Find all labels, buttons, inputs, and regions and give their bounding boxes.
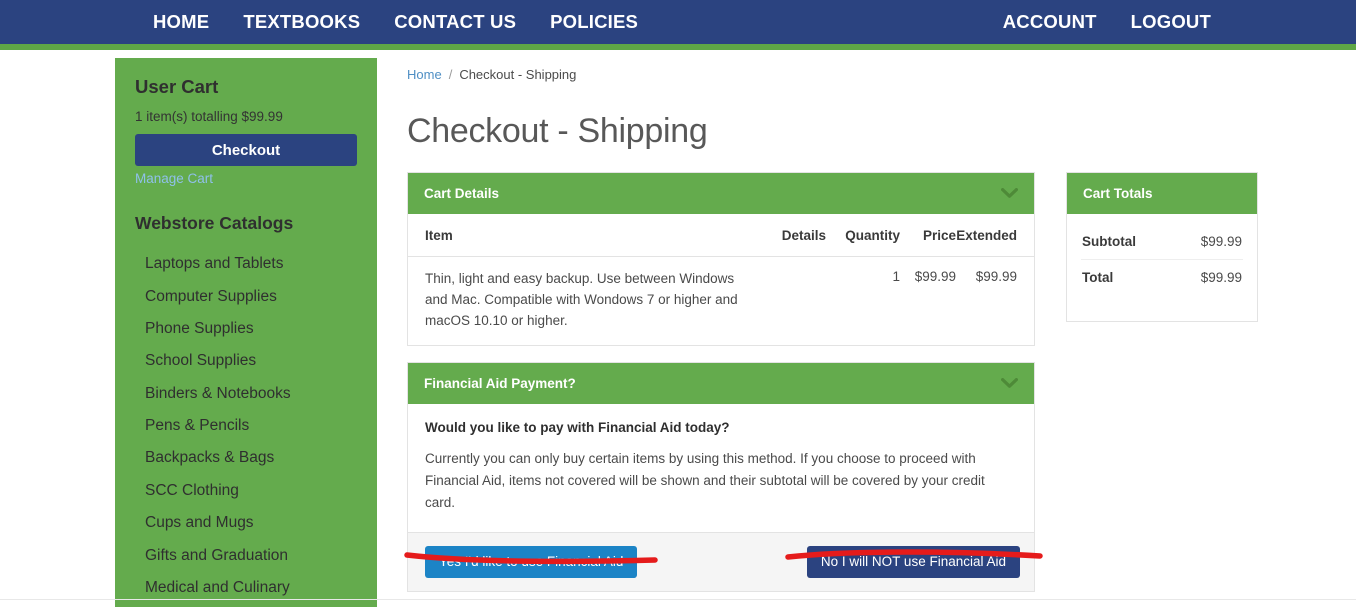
nav-left-group: HOME TEXTBOOKS CONTACT US POLICIES — [136, 11, 655, 33]
cell-details — [760, 257, 826, 346]
breadcrumb-home-link[interactable]: Home — [407, 67, 442, 82]
table-row: Thin, light and easy backup. Use between… — [408, 257, 1034, 346]
col-header-price: Price — [900, 214, 956, 257]
nav-right-group: ACCOUNT LOGOUT — [986, 11, 1228, 33]
sidebar-item-phone-supplies[interactable]: Phone Supplies — [135, 313, 357, 345]
totals-label-subtotal: Subtotal — [1082, 234, 1136, 249]
cart-totals-panel-header: Cart Totals — [1067, 173, 1257, 214]
sidebar-item-school-supplies[interactable]: School Supplies — [135, 345, 357, 377]
nav-item-policies[interactable]: POLICIES — [533, 11, 655, 33]
cell-extended: $99.99 — [975, 269, 1017, 284]
cart-totals-body: Subtotal $99.99 Total $99.99 — [1067, 214, 1257, 321]
nav-item-contact-us[interactable]: CONTACT US — [377, 11, 533, 33]
use-financial-aid-button[interactable]: Yes I'd like to use Financial Aid — [425, 545, 638, 578]
cart-table-head: Item Details Quantity Price Extended — [408, 214, 1034, 257]
page-title: Checkout - Shipping — [407, 112, 708, 150]
cart-totals-panel-title: Cart Totals — [1083, 186, 1153, 201]
sidebar-item-backpacks-and-bags[interactable]: Backpacks & Bags — [135, 442, 357, 474]
sidebar-item-scc-clothing[interactable]: SCC Clothing — [135, 475, 357, 507]
nav-item-account[interactable]: ACCOUNT — [986, 11, 1114, 33]
cart-table-body: Thin, light and easy backup. Use between… — [408, 257, 1034, 346]
totals-row-subtotal: Subtotal $99.99 — [1081, 224, 1243, 259]
content-columns: Cart Details Item Details Quantity Price… — [407, 172, 1297, 608]
financial-aid-footer: Yes I'd like to use Financial Aid No I w… — [408, 532, 1034, 591]
totals-value-total: $99.99 — [1200, 270, 1242, 285]
nav-item-home[interactable]: HOME — [136, 11, 226, 33]
financial-aid-panel-title: Financial Aid Payment? — [424, 376, 576, 392]
nav-item-logout[interactable]: LOGOUT — [1114, 11, 1228, 33]
decline-financial-aid-button[interactable]: No I will NOT use Financial Aid — [806, 545, 1020, 578]
totals-row-total: Total $99.99 — [1081, 259, 1243, 295]
cart-table-header-row: Item Details Quantity Price Extended — [408, 214, 1034, 257]
cart-details-panel-header[interactable]: Cart Details — [408, 173, 1034, 214]
financial-aid-panel: Financial Aid Payment? Would you like to… — [407, 362, 1035, 592]
col-header-details: Details — [760, 214, 826, 257]
totals-label-total: Total — [1082, 270, 1114, 285]
sidebar-item-cups-and-mugs[interactable]: Cups and Mugs — [135, 507, 357, 539]
col-header-item: Item — [408, 214, 760, 257]
top-navigation-bar: HOME TEXTBOOKS CONTACT US POLICIES ACCOU… — [0, 0, 1356, 44]
manage-cart-link[interactable]: Manage Cart — [135, 171, 357, 186]
breadcrumb: Home / Checkout - Shipping — [407, 67, 1297, 82]
cart-summary-text: 1 item(s) totalling $99.99 — [135, 109, 283, 124]
sidebar: User Cart 1 item(s) totalling $99.99 Che… — [115, 58, 377, 607]
cart-details-panel-title: Cart Details — [424, 186, 500, 201]
sidebar-item-binders-and-notebooks[interactable]: Binders & Notebooks — [135, 378, 357, 410]
cell-item-description: Thin, light and easy backup. Use between… — [425, 271, 738, 328]
totals-value-subtotal: $99.99 — [1200, 234, 1242, 249]
webstore-catalogs-title: Webstore Catalogs — [135, 213, 294, 233]
cart-details-panel: Cart Details Item Details Quantity Price… — [407, 172, 1035, 347]
sidebar-item-computer-supplies[interactable]: Computer Supplies — [135, 280, 357, 312]
main-content: Home / Checkout - Shipping Checkout - Sh… — [407, 58, 1297, 608]
financial-aid-description: Currently you can only buy certain items… — [425, 451, 985, 511]
sidebar-item-gifts-and-graduation[interactable]: Gifts and Graduation — [135, 539, 357, 571]
right-column: Cart Totals Subtotal $99.99 Total $99.99 — [1066, 172, 1258, 338]
sidebar-item-pens-and-pencils[interactable]: Pens & Pencils — [135, 410, 357, 442]
financial-aid-body: Would you like to pay with Financial Aid… — [408, 404, 1034, 533]
cell-price: $99.99 — [914, 269, 956, 284]
breadcrumb-current: Checkout - Shipping — [459, 67, 577, 82]
left-column: Cart Details Item Details Quantity Price… — [407, 172, 1035, 608]
financial-aid-question: Would you like to pay with Financial Aid… — [425, 420, 730, 436]
sidebar-item-laptops-and-tablets[interactable]: Laptops and Tablets — [135, 248, 357, 280]
checkout-button[interactable]: Checkout — [135, 134, 357, 166]
page-bottom-divider — [0, 599, 1356, 600]
cart-totals-panel: Cart Totals Subtotal $99.99 Total $99.99 — [1066, 172, 1258, 322]
nav-accent-stripe — [0, 44, 1356, 50]
chevron-down-icon[interactable] — [1001, 378, 1018, 389]
financial-aid-panel-header[interactable]: Financial Aid Payment? — [408, 363, 1034, 405]
cell-quantity: 1 — [892, 269, 900, 284]
breadcrumb-separator: / — [448, 67, 453, 82]
col-header-quantity: Quantity — [826, 214, 900, 257]
chevron-down-icon[interactable] — [1001, 188, 1018, 199]
col-header-extended: Extended — [956, 214, 1034, 257]
nav-item-textbooks[interactable]: TEXTBOOKS — [226, 11, 377, 33]
cart-details-table: Item Details Quantity Price Extended Thi… — [408, 214, 1034, 345]
user-cart-title: User Cart — [135, 76, 219, 97]
catalog-list: Laptops and Tablets Computer Supplies Ph… — [135, 248, 357, 604]
